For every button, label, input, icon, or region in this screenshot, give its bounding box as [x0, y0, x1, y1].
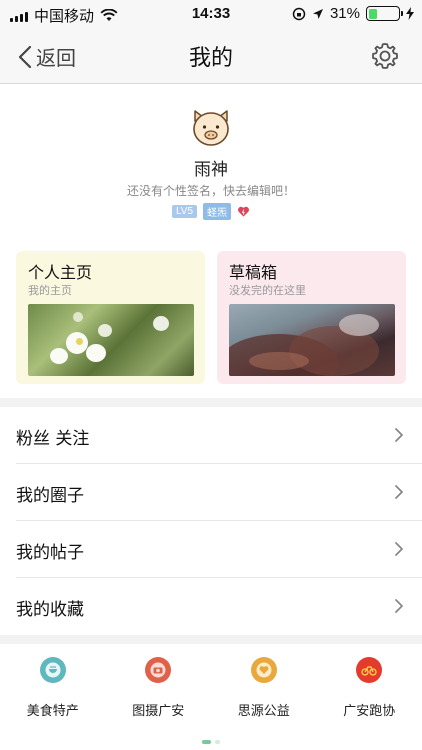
app-food-specialty[interactable]: 美食特产 [0, 645, 106, 740]
card-subtitle: 没发完的在这里 [229, 284, 306, 297]
menu-item-my-posts[interactable]: 我的帖子 [16, 521, 422, 578]
menu-item-label: 我的圈子 [16, 486, 84, 506]
username: 雨神 [194, 160, 228, 180]
status-right: 31% [292, 5, 414, 22]
page-title: 我的 [188, 46, 233, 71]
heart-badge-icon [238, 206, 250, 217]
app-siyuan-charity[interactable]: 思源公益 [211, 645, 317, 740]
chevron-right-icon [395, 485, 403, 499]
page-dot[interactable] [215, 740, 220, 744]
navigation-bar: 返回 我的 [0, 28, 422, 84]
page-dot-active[interactable] [202, 740, 211, 744]
badge-row: LV5 蛏炁 [0, 203, 422, 220]
title-badge: 蛏炁 [203, 203, 232, 220]
section-divider [0, 398, 422, 407]
chevron-right-icon [395, 599, 403, 613]
rotation-lock-icon [292, 7, 306, 20]
menu-item-label: 我的帖子 [16, 543, 84, 563]
food-specialty-icon [39, 657, 66, 683]
app-photo-guangan[interactable]: 图摄广安 [106, 645, 212, 740]
page-indicator [0, 740, 422, 744]
menu-item-my-favorites[interactable]: 我的收藏 [16, 578, 422, 635]
settings-button[interactable] [370, 41, 400, 75]
app-shortcuts: 美食特产 图摄广安 思源公益 广安跑协 [0, 645, 422, 740]
location-icon [312, 8, 323, 19]
card-title: 个人主页 [28, 263, 93, 282]
food-photo [229, 304, 395, 376]
profile-header: 雨神 还没有个性签名，快去编辑吧！ LV5 蛏炁 [0, 85, 422, 235]
app-guangan-running[interactable]: 广安跑协 [317, 645, 422, 740]
menu-list: 粉丝 关注 我的圈子 我的帖子 我的收藏 [0, 407, 422, 635]
avatar[interactable] [188, 107, 234, 153]
chevron-right-icon [395, 542, 403, 556]
gear-icon [372, 43, 398, 69]
card-subtitle: 我的主页 [28, 284, 72, 297]
menu-item-my-circles[interactable]: 我的圈子 [16, 464, 422, 521]
signature-text[interactable]: 还没有个性签名，快去编辑吧！ [0, 182, 422, 199]
level-badge: LV5 [171, 205, 198, 218]
drafts-card[interactable]: 草稿箱 没发完的在这里 [217, 251, 406, 384]
shortcut-cards: 个人主页 我的主页 草稿箱 没发完的在这里 [16, 251, 406, 384]
siyuan-charity-icon [250, 657, 277, 683]
battery-percent: 31% [329, 5, 360, 22]
photo-guangan-icon [145, 657, 172, 683]
section-divider [0, 635, 422, 644]
pig-avatar-icon [193, 110, 229, 146]
guangan-running-icon [356, 657, 383, 683]
card-title: 草稿箱 [229, 263, 278, 282]
menu-item-label: 我的收藏 [16, 600, 84, 620]
personal-homepage-card[interactable]: 个人主页 我的主页 [16, 251, 205, 384]
app-label: 思源公益 [237, 704, 290, 719]
app-label: 图摄广安 [132, 704, 185, 719]
battery-icon [366, 6, 403, 21]
chevron-right-icon [395, 428, 403, 442]
charging-icon [406, 7, 414, 20]
status-bar: 中国移动 14:33 31% [0, 0, 422, 28]
app-label: 美食特产 [26, 704, 79, 719]
menu-item-fans-follow[interactable]: 粉丝 关注 [16, 407, 422, 464]
flower-photo [28, 304, 194, 376]
menu-item-label: 粉丝 关注 [16, 429, 90, 449]
app-label: 广安跑协 [343, 704, 396, 719]
